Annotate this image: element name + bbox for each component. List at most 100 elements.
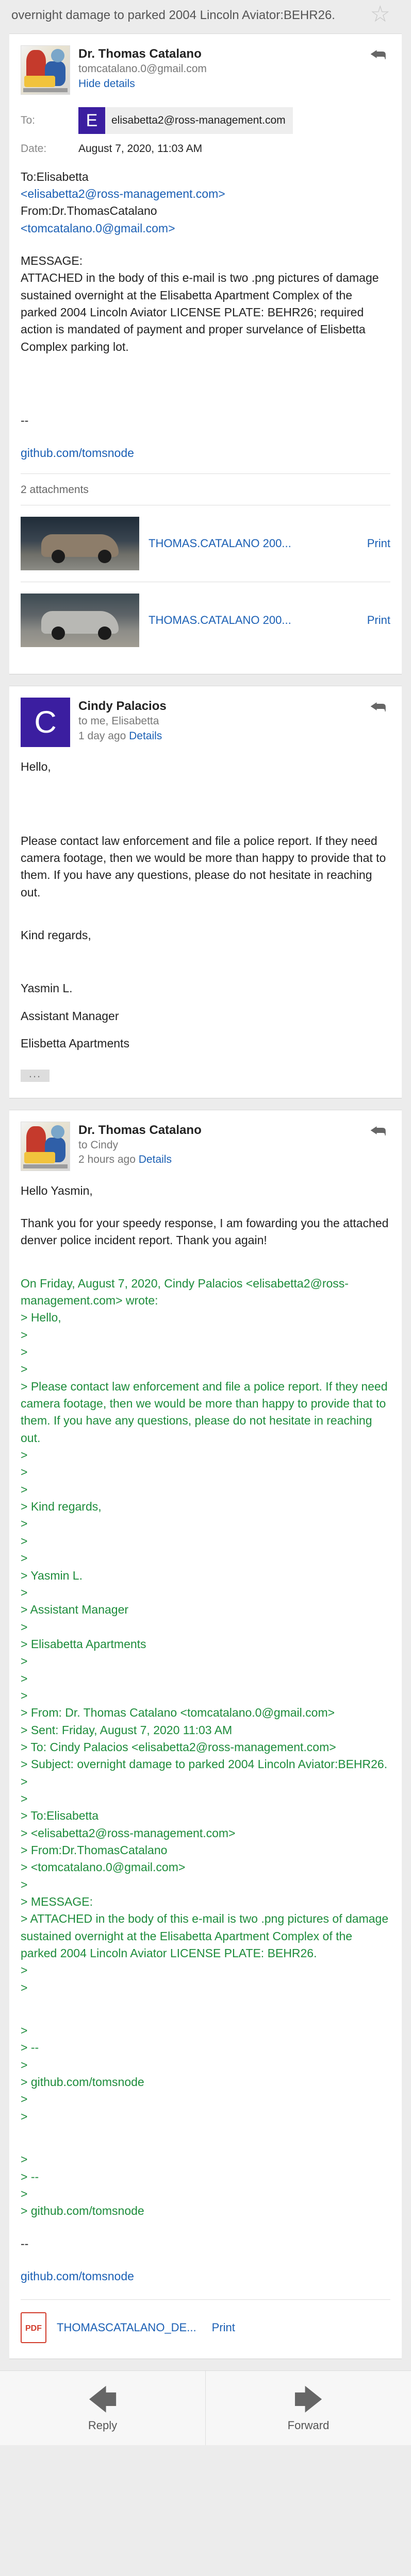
body-text: Thank you for your speedy response, I am… <box>21 1216 389 1247</box>
reply-arrow-icon: 🡄 <box>88 2383 118 2416</box>
github-link[interactable]: github.com/tomsnode <box>21 2268 390 2285</box>
quote-line: > <box>21 2024 28 2038</box>
quote-line: > <box>21 1585 28 1599</box>
quote-line: > <box>21 1534 28 1548</box>
star-icon[interactable]: ☆ <box>370 3 390 26</box>
quote-line: > <box>21 1465 28 1479</box>
reply-button[interactable]: 🡄 Reply <box>0 2371 205 2445</box>
quote-line: > <box>21 2092 28 2106</box>
message-card-3: Dr. Thomas Catalano to Cindy 2 hours ago… <box>9 1109 402 2360</box>
attachments-count: 2 attachments <box>21 483 89 496</box>
reply-icon[interactable]: ⮪ <box>370 699 386 716</box>
message-body: Hello, Please contact law enforcement an… <box>21 758 390 1082</box>
quote-line: > MESSAGE: <box>21 1895 93 1909</box>
quote-line: > Sent: Friday, August 7, 2020 11:03 AM <box>21 1723 233 1737</box>
forward-arrow-icon: 🡆 <box>293 2383 323 2416</box>
body-to-line: To:Elisabetta <box>21 170 89 183</box>
quote-line: > <box>21 1980 28 1994</box>
date-value: August 7, 2020, 11:03 AM <box>78 143 203 155</box>
sender-name: Dr. Thomas Catalano <box>78 1123 202 1137</box>
quote-line: > To:Elisabetta <box>21 1809 99 1823</box>
body-text: Please contact law enforcement and file … <box>21 834 386 899</box>
message-body: To:Elisabetta <elisabetta2@ross-manageme… <box>21 168 390 462</box>
forward-label: Forward <box>287 2419 330 2432</box>
reply-icon[interactable]: ⮪ <box>370 1123 386 1140</box>
message-time: 2 hours ago <box>78 1153 136 1165</box>
message-header: Dr. Thomas Catalano to Cindy 2 hours ago… <box>21 1121 390 1171</box>
show-trimmed-button[interactable]: ... <box>21 1068 50 1082</box>
recipient-chip[interactable]: E elisabetta2@ross-management.com <box>78 107 293 134</box>
attachment-thumbnail[interactable] <box>21 594 139 648</box>
hide-details-link[interactable]: Hide details <box>78 77 390 91</box>
attachment-row[interactable]: THOMAS.CATALANO 200... Print <box>21 505 390 582</box>
message-header: Dr. Thomas Catalano tomcatalano.0@gmail.… <box>21 45 390 95</box>
signature-dashes: -- <box>21 414 29 428</box>
attachment-thumbnail[interactable] <box>21 517 139 571</box>
recipient-email: elisabetta2@ross-management.com <box>111 114 286 126</box>
details-link[interactable]: Details <box>139 1154 172 1165</box>
body-to-email-link[interactable]: <elisabetta2@ross-management.com> <box>21 185 390 202</box>
attachment-name[interactable]: THOMAS.CATALANO 200... <box>149 612 356 629</box>
quote-line: > <box>21 1517 28 1531</box>
quote-line: > <box>21 1963 28 1977</box>
message-text: ATTACHED in the body of this e-mail is t… <box>21 271 379 353</box>
message-header: C Cindy Palacios to me, Elisabetta 1 day… <box>21 698 390 748</box>
message-card-2: C Cindy Palacios to me, Elisabetta 1 day… <box>9 686 402 1098</box>
signature-org: Elisbetta Apartments <box>21 1036 129 1050</box>
quote-line: > Subject: overnight damage to parked 20… <box>21 1757 388 1771</box>
quote-github-link[interactable]: > github.com/tomsnode <box>21 2202 390 2219</box>
print-button[interactable]: Print <box>212 2319 235 2336</box>
avatar: C <box>21 698 70 748</box>
quote-line: > Kind regards, <box>21 1500 102 1514</box>
subject-bar: overnight damage to parked 2004 Lincoln … <box>0 0 411 33</box>
reply-icon[interactable]: ⮪ <box>370 46 386 64</box>
signature-name: Yasmin L. <box>21 981 73 995</box>
body-from-email-link[interactable]: <tomcatalano.0@gmail.com> <box>21 220 390 237</box>
quote-line: > <box>21 1620 28 1634</box>
attachment-row[interactable]: PDF THOMASCATALANO_DE... Print <box>21 2299 390 2344</box>
sender-block: Cindy Palacios to me, Elisabetta 1 day a… <box>78 698 390 747</box>
quote-line: > -- <box>21 2041 39 2055</box>
quote-line: > <box>21 1791 28 1805</box>
quote-line: > Assistant Manager <box>21 1603 129 1617</box>
quote-line: > <box>21 2153 28 2166</box>
print-button[interactable]: Print <box>367 535 390 552</box>
details-link[interactable]: Details <box>129 730 162 742</box>
quote-line: > <box>21 1328 28 1342</box>
quote-line: > To: Cindy Palacios <elisabetta2@ross-m… <box>21 1740 336 1754</box>
subject-text: overnight damage to parked 2004 Lincoln … <box>11 8 335 22</box>
print-button[interactable]: Print <box>367 612 390 629</box>
quote-line: > <box>21 1877 28 1891</box>
avatar <box>21 45 70 95</box>
github-link[interactable]: github.com/tomsnode <box>21 445 390 462</box>
quote-line: > <box>21 1362 28 1376</box>
message-body: Hello Yasmin, Thank you for your speedy … <box>21 1182 390 2285</box>
quote-line: > <elisabetta2@ross-management.com> <box>21 1826 236 1840</box>
attachment-name[interactable]: THOMAS.CATALANO 200... <box>149 535 356 552</box>
attachment-name[interactable]: THOMASCATALANO_DE... <box>57 2319 196 2336</box>
quote-line: > <box>21 1448 28 1462</box>
reply-label: Reply <box>88 2419 118 2432</box>
recipients-line: to Cindy <box>78 1139 119 1151</box>
greeting: Hello, <box>21 760 51 774</box>
quote-line: > <box>21 2058 28 2072</box>
quote-line: > <box>21 1482 28 1496</box>
quote-line: > <box>21 1671 28 1685</box>
quote-line: > Please contact law enforcement and fil… <box>21 1379 388 1445</box>
greeting: Hello Yasmin, <box>21 1183 93 1197</box>
sender-name: Dr. Thomas Catalano <box>78 47 202 61</box>
message-time: 1 day ago <box>78 730 126 742</box>
quote-line: > <box>21 1774 28 1788</box>
quote-line: > From:Dr.ThomasCatalano <box>21 1843 168 1857</box>
quote-github-link[interactable]: > github.com/tomsnode <box>21 2074 390 2091</box>
date-label: Date: <box>21 143 47 155</box>
quote-line: > -- <box>21 2170 39 2183</box>
recipients-line: to me, Elisabetta <box>78 715 159 727</box>
signature-dashes: -- <box>21 2236 29 2250</box>
message-meta: To: E elisabetta2@ross-management.com Da… <box>21 107 390 157</box>
forward-button[interactable]: 🡆 Forward <box>205 2371 411 2446</box>
attachment-row[interactable]: THOMAS.CATALANO 200... Print <box>21 582 390 658</box>
quote-line: > <tomcatalano.0@gmail.com> <box>21 1860 186 1874</box>
quote-line: > <box>21 1688 28 1702</box>
quote-line: > From: Dr. Thomas Catalano <tomcatalano… <box>21 1706 335 1720</box>
